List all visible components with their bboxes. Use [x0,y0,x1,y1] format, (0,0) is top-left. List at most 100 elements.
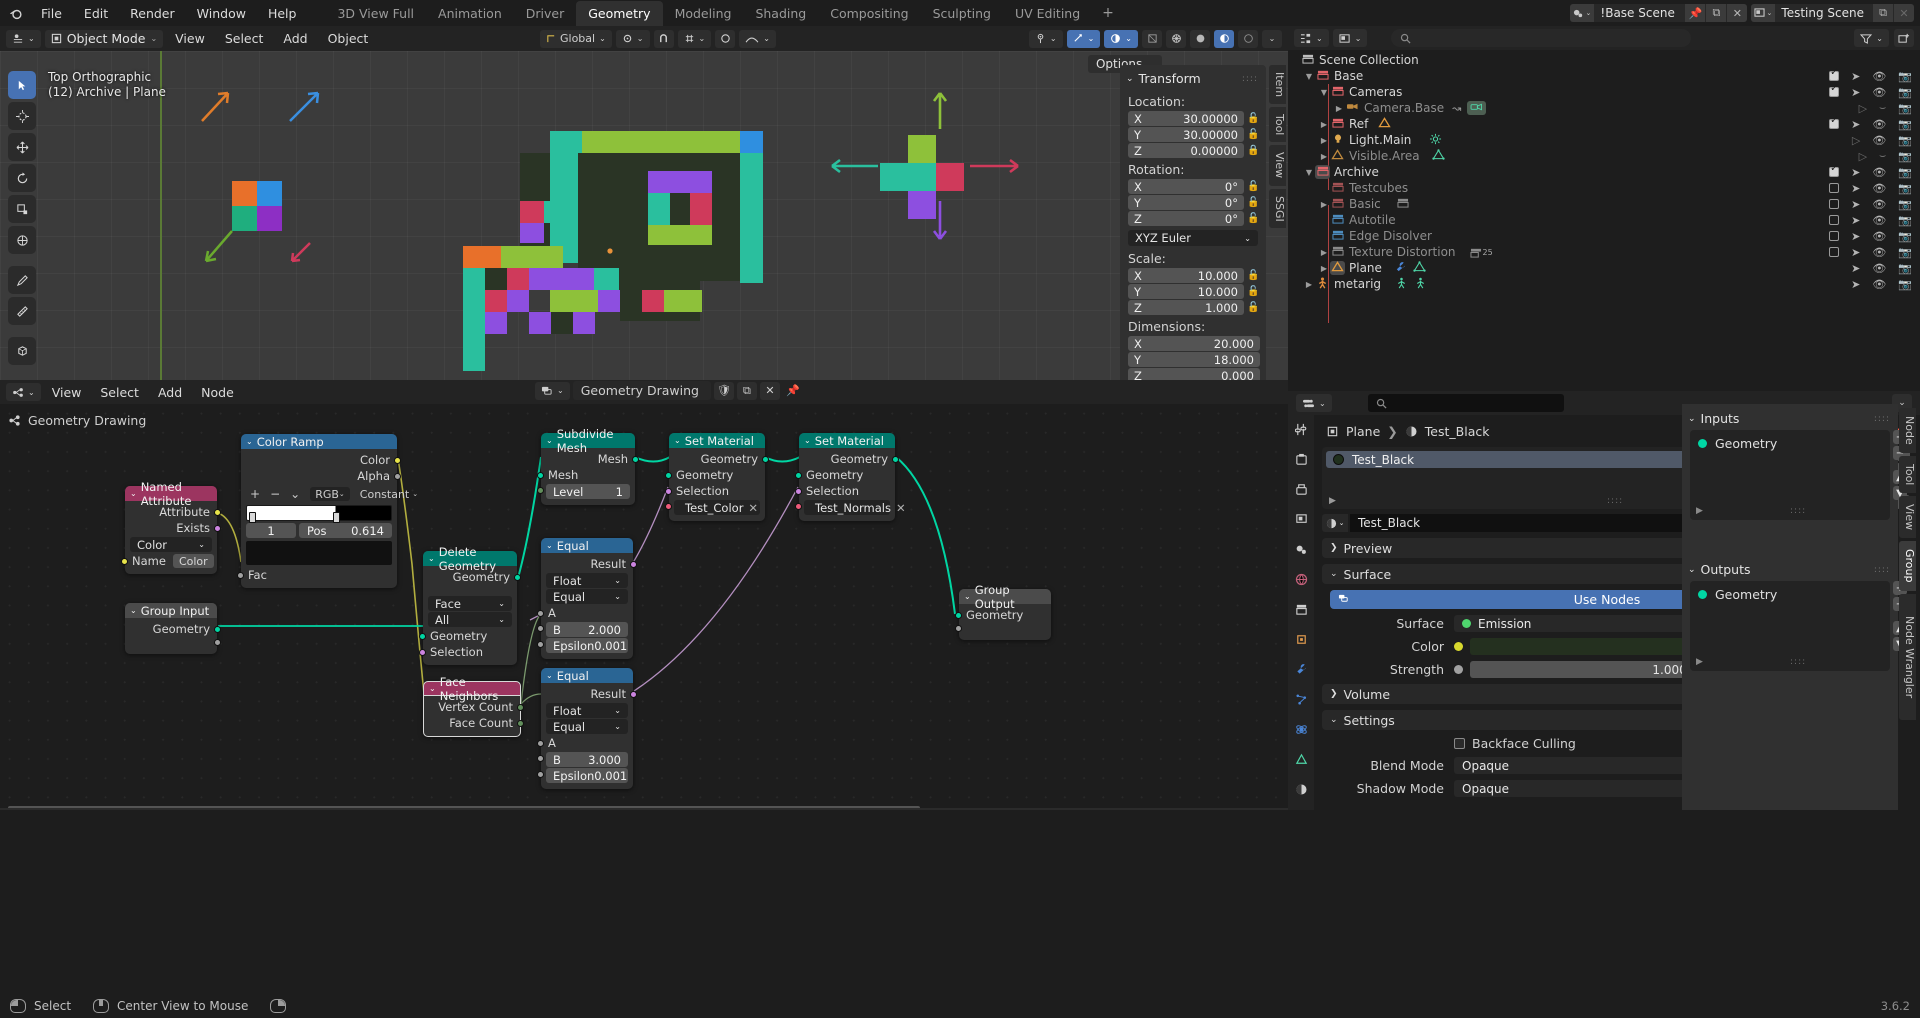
attribute-type-dropdown[interactable]: Color ⌄ [130,537,212,552]
node-equal-1[interactable]: ⌄ Equal Result Float ⌄ Equal ⌄ A B 2.000 Eps… [537,538,637,659]
node-output-exists[interactable]: Exists [125,520,221,536]
mesh-data-icon[interactable] [1378,117,1392,131]
filter-icon[interactable]: ⌄ [1854,29,1889,47]
proportional-editing-icon[interactable] [715,29,736,48]
node-set-material-2[interactable]: ⌄ Set Material Geometry Geometry Selectio… [795,433,906,521]
outliner-row-autotile[interactable]: Autotile ➤ 👁 📷 [1288,212,1920,228]
socket-epsilon[interactable] [537,771,544,778]
disclosure-triangle[interactable]: ▶ [1318,248,1330,257]
scene-icon[interactable]: ⌄ [1570,4,1595,22]
transform-tool[interactable] [8,226,36,254]
node-header[interactable]: ⌄ Equal [541,538,633,553]
close-icon[interactable]: ✕ [1727,4,1748,22]
node-input-geometry[interactable]: Geometry [955,607,1051,623]
node-output-attribute[interactable]: Attribute [125,504,221,520]
tab-sculpting[interactable]: Sculpting [921,1,1003,26]
mode-selector[interactable]: Object Mode ⌄ [44,29,164,48]
breadcrumb-material[interactable]: Test_Black [1425,424,1490,439]
disclosure-triangle[interactable]: ▶ [1318,120,1330,129]
tab-3d-view-full[interactable]: 3D View Full [325,1,426,26]
selectable-off-icon[interactable]: ▷ [1859,150,1867,163]
level-field[interactable]: Level 1 [546,484,630,499]
socket-float[interactable] [394,473,401,480]
node-delete-geometry[interactable]: ⌄ Delete Geometry Geometry Face ⌄ All ⌄ Geo… [419,545,521,665]
outliner-row-testcubes[interactable]: Testcubes ➤ 👁 📷 [1288,180,1920,196]
tab-compositing[interactable]: Compositing [818,1,920,26]
eye-icon[interactable]: 👁 [1872,262,1886,275]
material-browse-icon[interactable]: ⌄ [1322,514,1348,532]
output-item-geometry[interactable]: Geometry [1698,587,1882,602]
node-output-result[interactable]: Result [541,556,637,572]
lock-open-icon[interactable]: 🔓 [1247,302,1260,313]
eye-icon[interactable]: 👁 [1872,70,1886,83]
lock-closed-icon[interactable]: 🔒 [1247,145,1260,156]
b-field[interactable]: B 3.000 [546,752,628,767]
tab-animation[interactable]: Animation [426,1,514,26]
outliner-editor-type-icon[interactable]: ⌄ [1294,29,1329,47]
socket-selection[interactable] [665,488,672,495]
camera-icon[interactable]: 📷 [1898,118,1912,131]
node-header[interactable]: ⌄ Set Material [669,433,765,448]
exclude-checkbox[interactable] [1829,83,1840,97]
exclude-checkbox[interactable] [1829,247,1840,257]
eye-icon[interactable]: 👁 [1872,134,1886,147]
camera-icon[interactable]: 📷 [1898,278,1912,291]
select-box-tool[interactable] [8,71,36,99]
expand-arrow-icon[interactable]: ▶ [1329,496,1336,506]
socket-mesh-in[interactable] [537,472,544,479]
viewport-menu-object[interactable]: Object [320,29,377,48]
lock-open-icon[interactable]: 🔓 [1247,270,1260,281]
pivot-point-selector[interactable]: ⌄ [615,29,650,48]
selectable-icon[interactable]: ➤ [1851,182,1860,195]
scale-x-field[interactable]: X 10.000 [1128,268,1244,283]
socket-geometry-in[interactable] [665,472,672,479]
node-output-geometry[interactable]: Geometry [799,451,899,467]
ramp-index-field[interactable]: 1 [246,523,296,538]
node-tab-group[interactable]: Group [1899,541,1916,591]
lock-open-icon[interactable]: 🔓 [1247,286,1260,297]
exclude-checkbox[interactable] [1829,199,1840,209]
selectable-icon[interactable]: ➤ [1851,86,1860,99]
object-tab-icon[interactable] [1295,633,1308,650]
outliner-row-visible-area[interactable]: ▶ Visible.Area ▷ ⌣ 📷 [1288,148,1920,164]
outliner-row-metarig[interactable]: ▶ metarig ➤ 👁 📷 [1288,276,1920,292]
dimensions-z-field[interactable]: Z 0.000 [1128,368,1260,380]
scene-name[interactable]: !Base Scene [1594,6,1684,20]
viewport-gizmos-toggle[interactable]: ⌄ [1028,29,1063,48]
node-menu-node[interactable]: Node [193,383,242,402]
epsilon-field[interactable]: Epsilon 0.001 [546,638,628,653]
copy-viewlayer-icon[interactable]: ⧉ [1873,4,1893,22]
pin-node-icon[interactable]: 📌 [783,382,803,400]
node-group-output[interactable]: ⌄ Group Output Geometry [955,583,1051,640]
node-output-vertex-count[interactable]: Vertex Count [424,699,524,715]
socket-mesh-out[interactable] [632,456,639,463]
close-viewlayer-icon[interactable]: ✕ [1894,4,1914,22]
rotation-y-field[interactable]: Y 0° [1128,195,1244,210]
inputs-header[interactable]: ⌄ Inputs :::: [1682,409,1898,430]
viewlayer-name[interactable]: Testing Scene [1775,6,1872,20]
camera-data-icon[interactable] [1467,101,1487,115]
viewlayer-icon[interactable]: ⌄ [1751,4,1776,22]
shading-wireframe-icon[interactable] [1142,29,1162,48]
light-data-icon[interactable] [1429,133,1442,148]
ramp-pos-field[interactable]: Pos 0.614 [299,523,392,538]
node-input-selection[interactable]: Selection [795,483,895,499]
input-item-geometry[interactable]: Geometry [1698,436,1882,451]
node-input-fac[interactable]: Fac [237,567,397,583]
socket-selection[interactable] [795,488,802,495]
selectable-off-icon[interactable]: ▷ [1859,102,1867,115]
node-header[interactable]: ⌄ Subdivide Mesh [541,427,635,455]
shading-material-icon[interactable] [1190,29,1210,48]
disclosure-triangle[interactable]: ▶ [1318,264,1330,273]
lock-open-icon[interactable]: 🔓 [1247,213,1260,224]
socket-geometry-in[interactable] [419,633,426,640]
outliner-row-basic[interactable]: ▶ Basic ➤ 👁 📷 [1288,196,1920,212]
selectable-icon[interactable]: ➤ [1851,118,1860,131]
data-type-dropdown[interactable]: Float ⌄ [546,573,628,588]
menu-file[interactable]: File [30,4,73,23]
sidebar-tab-item[interactable]: Item [1269,65,1286,105]
camera-icon[interactable]: 📷 [1898,70,1912,83]
viewport-3d[interactable]: Top Orthographic (12) Archive | Plane Op… [0,51,1288,380]
socket-b[interactable] [537,755,544,762]
node-input-geometry[interactable]: Geometry [795,467,895,483]
